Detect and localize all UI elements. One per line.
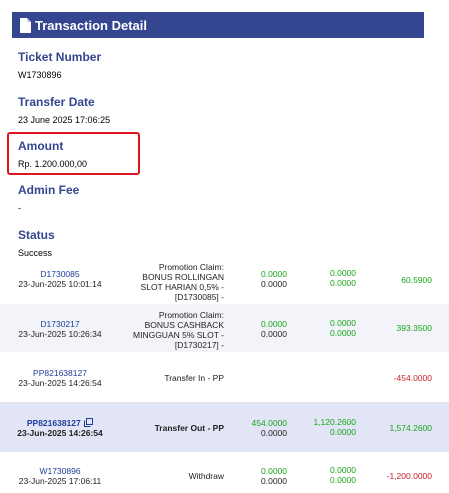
table-row: PP821638127 23-Jun-2025 14:26:54 Transfe… xyxy=(0,352,449,403)
ticket-number-value: W1730896 xyxy=(18,70,62,80)
amount-column-2: 0.0000 0.0000 xyxy=(330,268,356,288)
amount-field: Amount Rp. 1.200.000,00 xyxy=(18,139,87,170)
balance-value: -1,200.0000 xyxy=(386,471,432,481)
transaction-id-link[interactable]: PP821638127 xyxy=(0,368,120,378)
amount-column-1: 0.0000 0.0000 xyxy=(261,466,287,486)
table-row: W1730896 23-Jun-2025 17:06:11 Withdraw 0… xyxy=(0,452,449,493)
amount-column-2: 0.0000 0.0000 xyxy=(330,465,356,485)
amount-label: Amount xyxy=(18,139,64,153)
transaction-description: Promotion Claim: BONUS ROLLINGAN SLOT HARI… xyxy=(140,262,224,302)
transfer-date-field: Transfer Date 23 June 2025 17:06:25 xyxy=(18,95,110,126)
transaction-description: Transfer In - PP xyxy=(164,373,224,383)
transaction-description: Transfer Out - PP xyxy=(154,423,224,433)
amount-column-1: 0.0000 0.0000 xyxy=(261,269,287,289)
amount-column-2: 1,120.2600 0.0000 xyxy=(313,417,356,437)
transaction-date: 23-Jun-2025 14:26:54 xyxy=(17,428,103,438)
table-row: D1730085 23-Jun-2025 10:01:14 Promotion … xyxy=(0,258,449,304)
amount-column-1: 454.0000 0.0000 xyxy=(251,418,287,438)
balance-value: 60.5900 xyxy=(401,275,432,285)
transaction-detail-header: Transaction Detail xyxy=(12,12,424,38)
copy-icon[interactable] xyxy=(84,418,94,427)
transaction-description: Promotion Claim: BONUS CASHBACK MINGGUAN 5… xyxy=(133,310,224,350)
ticket-number-field: Ticket Number W1730896 xyxy=(18,50,101,81)
document-icon xyxy=(20,17,31,33)
transaction-id-link[interactable]: D1730217 xyxy=(0,319,120,329)
transaction-date: 23-Jun-2025 14:26:54 xyxy=(18,378,102,388)
balance-value: 1,574.2600 xyxy=(389,423,432,433)
transaction-date: 23-Jun-2025 17:06:11 xyxy=(18,476,102,486)
status-field: Status Success xyxy=(18,228,55,259)
balance-value: -454.0000 xyxy=(393,373,432,383)
status-label: Status xyxy=(18,228,55,242)
amount-column-2: 0.0000 0.0000 xyxy=(330,318,356,338)
transfer-date-value: 23 June 2025 17:06:25 xyxy=(18,115,111,125)
transaction-description: Withdraw xyxy=(188,471,224,481)
amount-value: Rp. 1.200.000,00 xyxy=(18,159,88,169)
amount-column-1: 0.0000 0.0000 xyxy=(261,319,287,339)
header-title: Transaction Detail xyxy=(35,17,147,33)
ticket-number-label: Ticket Number xyxy=(18,50,102,64)
transaction-id-link[interactable]: D1730085 xyxy=(0,269,120,279)
admin-fee-label: Admin Fee xyxy=(18,183,80,197)
transaction-date: 23-Jun-2025 10:01:14 xyxy=(18,279,102,289)
admin-fee-value: - xyxy=(18,203,21,213)
transaction-id-link[interactable]: PP821638127 xyxy=(27,418,81,428)
transaction-date: 23-Jun-2025 10:26:34 xyxy=(18,329,102,339)
transaction-id-link[interactable]: W1730896 xyxy=(0,466,120,476)
balance-value: 393.3500 xyxy=(396,323,432,333)
table-row: PP821638127 23-Jun-2025 14:26:54 Transfe… xyxy=(0,403,449,452)
transfer-date-label: Transfer Date xyxy=(18,95,95,109)
admin-fee-field: Admin Fee - xyxy=(18,183,79,214)
table-row: D1730217 23-Jun-2025 10:26:34 Promotion … xyxy=(0,304,449,352)
